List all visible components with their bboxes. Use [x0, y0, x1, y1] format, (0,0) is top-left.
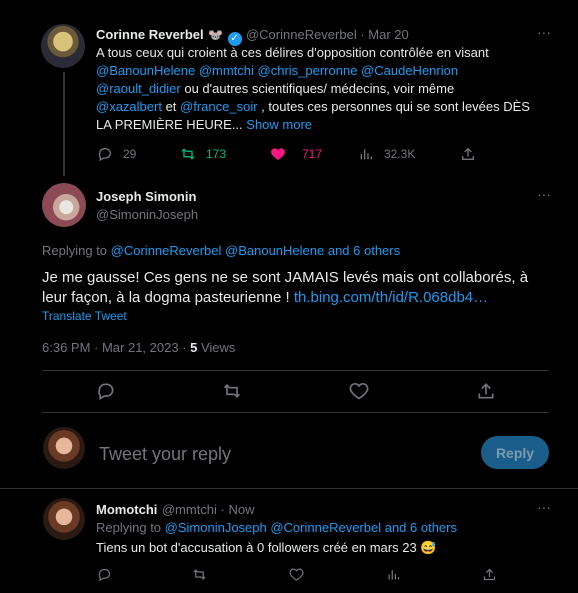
- mention-link[interactable]: @xazalbert: [96, 99, 162, 114]
- share-icon[interactable]: [476, 381, 496, 406]
- tweet-text: Je me gausse! Ces gens ne se sont JAMAIS…: [42, 268, 547, 308]
- divider: [42, 412, 549, 413]
- mention-links[interactable]: @BanounHelene @mmtchi @chris_perronne @C…: [96, 62, 536, 80]
- reply-icon[interactable]: [97, 567, 112, 587]
- tweet-line: leur façon, à la dogma pasteurienne ! th…: [42, 288, 547, 308]
- author-handle-date[interactable]: @CorinneReverbel · Mar 20: [246, 27, 409, 42]
- tweet-line: A tous ceux qui croient à ces délires d'…: [96, 45, 489, 60]
- more-options-icon[interactable]: ···: [537, 186, 551, 202]
- sweat-smile-emoji: 😅: [420, 540, 437, 555]
- tweet-header: Momotchi @mmtchi · Now: [96, 501, 255, 519]
- views-action[interactable]: 32.3K: [358, 146, 415, 162]
- heart-icon[interactable]: [349, 381, 369, 406]
- share-icon: [462, 147, 474, 160]
- author-name[interactable]: Joseph Simonin: [96, 188, 196, 206]
- avatar[interactable]: [42, 183, 86, 227]
- tweet-line: @xazalbert et @france_soir , toutes ces …: [96, 98, 536, 116]
- like-action[interactable]: 717: [270, 146, 322, 162]
- tweet-line-text: , toutes ces personnes qui se sont levée…: [257, 99, 530, 114]
- avatar[interactable]: [43, 498, 85, 540]
- tweet-line: LA PREMIÈRE HEURE... Show more: [96, 116, 536, 134]
- tweet-line-text: LA PREMIÈRE HEURE...: [96, 117, 243, 132]
- external-link[interactable]: th.bing.com/th/id/R.068db4…: [294, 289, 488, 306]
- replying-mentions[interactable]: @CorinneReverbel @BanounHelene and 6 oth…: [111, 243, 400, 258]
- views-chart-icon: [360, 149, 372, 160]
- author-name[interactable]: Corinne Reverbel: [96, 27, 204, 42]
- share-action[interactable]: [460, 146, 476, 162]
- tweet-line-text: et: [161, 99, 181, 114]
- share-icon[interactable]: [482, 567, 497, 587]
- tweet-text-content: Tiens un bot d'accusation à 0 followers …: [96, 540, 421, 555]
- author-name[interactable]: Momotchi: [96, 502, 157, 517]
- tweet-meta: 6:36 PM · Mar 21, 2023 · 5 Views: [42, 340, 235, 355]
- avatar[interactable]: [41, 24, 85, 68]
- replying-label: Replying to: [96, 520, 165, 535]
- replying-label: Replying to: [42, 243, 111, 258]
- reply-count: 29: [123, 147, 137, 161]
- mention-link[interactable]: @raoult_didier: [96, 81, 181, 96]
- tweet-text: Tiens un bot d'accusation à 0 followers …: [96, 539, 436, 557]
- tweet-line-text: ou d'autres scientifiques/ médecins, voi…: [180, 81, 455, 96]
- replying-mentions[interactable]: @SimoninJoseph @CorinneReverbel and 6 ot…: [165, 520, 457, 535]
- more-options-icon[interactable]: ···: [537, 24, 551, 40]
- tweet-line-text: leur façon, à la dogma pasteurienne !: [42, 289, 294, 306]
- mouse-emoji: 🐭: [208, 28, 224, 42]
- retweet-count: 173: [206, 147, 227, 161]
- retweet-action[interactable]: 173: [180, 146, 226, 162]
- reply-button[interactable]: Reply: [481, 436, 549, 469]
- show-more-link[interactable]: Show more: [246, 117, 312, 132]
- tweet-line: @raoult_didier ou d'autres scientifiques…: [96, 80, 536, 98]
- tweet-header: Corinne Reverbel 🐭 ✓ @CorinneReverbel · …: [96, 26, 409, 46]
- replying-to: Replying to @CorinneReverbel @BanounHele…: [42, 243, 400, 258]
- timestamp[interactable]: 6:36 PM · Mar 21, 2023 ·: [42, 340, 190, 355]
- divider: [0, 488, 578, 489]
- mention-link[interactable]: @france_soir: [180, 99, 258, 114]
- reply-input[interactable]: [97, 440, 461, 468]
- author-name-text: Joseph Simonin: [96, 189, 197, 204]
- author-handle-date[interactable]: @mmtchi · Now: [162, 502, 255, 517]
- retweet-icon[interactable]: [222, 381, 242, 406]
- heart-icon[interactable]: [289, 567, 304, 587]
- replying-to: Replying to @SimoninJoseph @CorinneRever…: [96, 520, 457, 535]
- like-count: 717: [302, 147, 323, 161]
- avatar: [43, 427, 85, 469]
- retweet-icon: [181, 148, 195, 160]
- retweet-icon[interactable]: [192, 567, 207, 587]
- more-options-icon[interactable]: ···: [537, 499, 551, 515]
- divider: [42, 370, 549, 371]
- tweet-line: Je me gausse! Ces gens ne se sont JAMAIS…: [42, 269, 529, 286]
- author-handle[interactable]: @SimoninJoseph: [96, 207, 198, 222]
- tweet-text: A tous ceux qui croient à ces délires d'…: [96, 44, 536, 134]
- thread-connector: [63, 72, 65, 176]
- reply-action[interactable]: 29: [97, 146, 136, 162]
- views-chart-icon[interactable]: [386, 567, 401, 587]
- reply-icon[interactable]: [96, 381, 116, 406]
- reply-icon: [98, 148, 111, 162]
- heart-icon: [271, 148, 285, 160]
- translate-tweet-link[interactable]: Translate Tweet: [42, 309, 127, 323]
- views-label: Views: [197, 340, 236, 355]
- views-count: 32.3K: [384, 147, 416, 161]
